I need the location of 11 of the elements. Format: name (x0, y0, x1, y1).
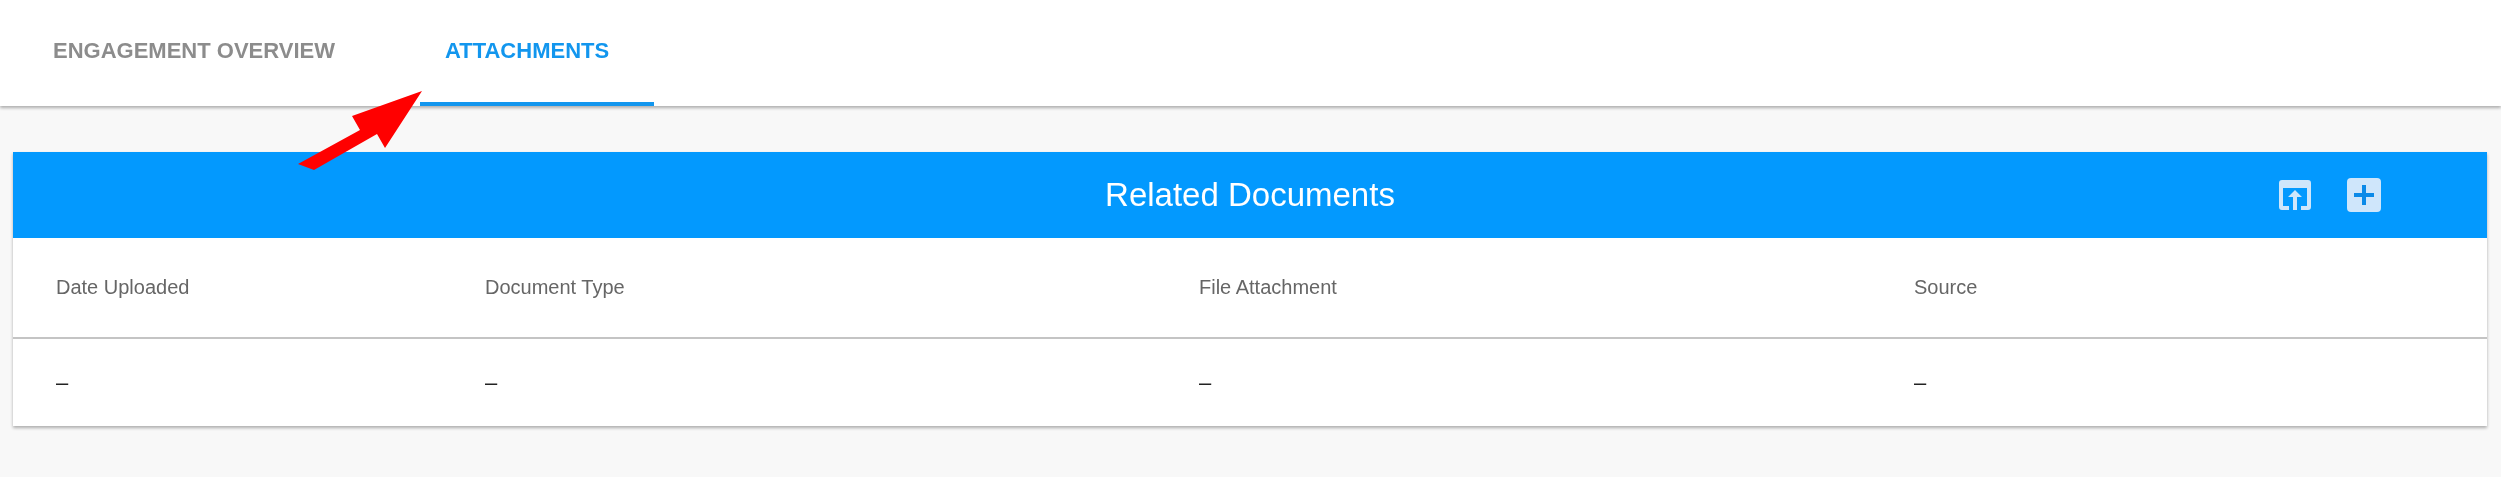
column-header: File Attachment (1199, 276, 1338, 299)
table-cell-text: – (1914, 369, 1928, 396)
column-header: Date Uploaded (56, 276, 191, 299)
column-header: Document Type (485, 276, 626, 299)
table-cell-text: – (56, 369, 70, 396)
table-cell-text: – (1199, 369, 1213, 396)
panel-title: Related Documents (1105, 176, 1395, 214)
tab[interactable]: ENGAGEMENT OVERVIEW (28, 38, 360, 106)
table-cell-text: – (485, 369, 499, 396)
column-header: Source (1914, 276, 1979, 299)
tab[interactable]: ATTACHMENTS (419, 38, 655, 106)
